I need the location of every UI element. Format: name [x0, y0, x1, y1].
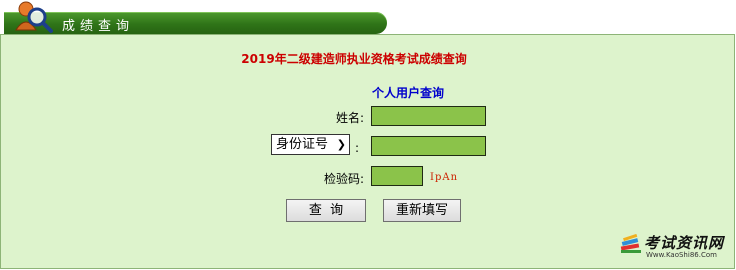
site-logo: 考试资讯网 Www.KaoShi86.Com — [620, 232, 732, 266]
query-button[interactable]: 查 询 — [286, 199, 366, 222]
id-type-selected: 身份证号 — [276, 137, 329, 152]
name-label: 姓名: — [335, 111, 364, 125]
captcha-label: 检验码: — [323, 172, 364, 186]
page-title: 2019年二级建造师执业资格考试成绩查询 — [241, 52, 467, 66]
captcha-image[interactable]: IpAn — [430, 172, 458, 183]
reset-button[interactable]: 重新填写 — [383, 199, 461, 222]
id-colon: : — [355, 141, 360, 155]
captcha-input[interactable] — [371, 166, 423, 186]
header-title: 成绩查询 — [62, 19, 135, 34]
name-input[interactable] — [371, 106, 486, 126]
chevron-down-icon: ❯ — [336, 138, 346, 151]
books-icon — [620, 234, 641, 253]
logo-name: 考试资讯网 — [644, 234, 725, 252]
id-type-select[interactable]: 身份证号 ❯ — [271, 134, 350, 155]
logo-url: Www.KaoShi86.Com — [646, 251, 717, 259]
header-tab: 成绩查询 — [4, 12, 387, 34]
id-number-input[interactable] — [371, 136, 486, 156]
section-title: 个人用户查询 — [372, 86, 445, 100]
query-page: 成绩查询 2019年二级建造师执业资格考试成绩查询 个人用户查询 姓名: 身份证… — [0, 0, 736, 270]
user-search-icon — [15, 1, 53, 33]
